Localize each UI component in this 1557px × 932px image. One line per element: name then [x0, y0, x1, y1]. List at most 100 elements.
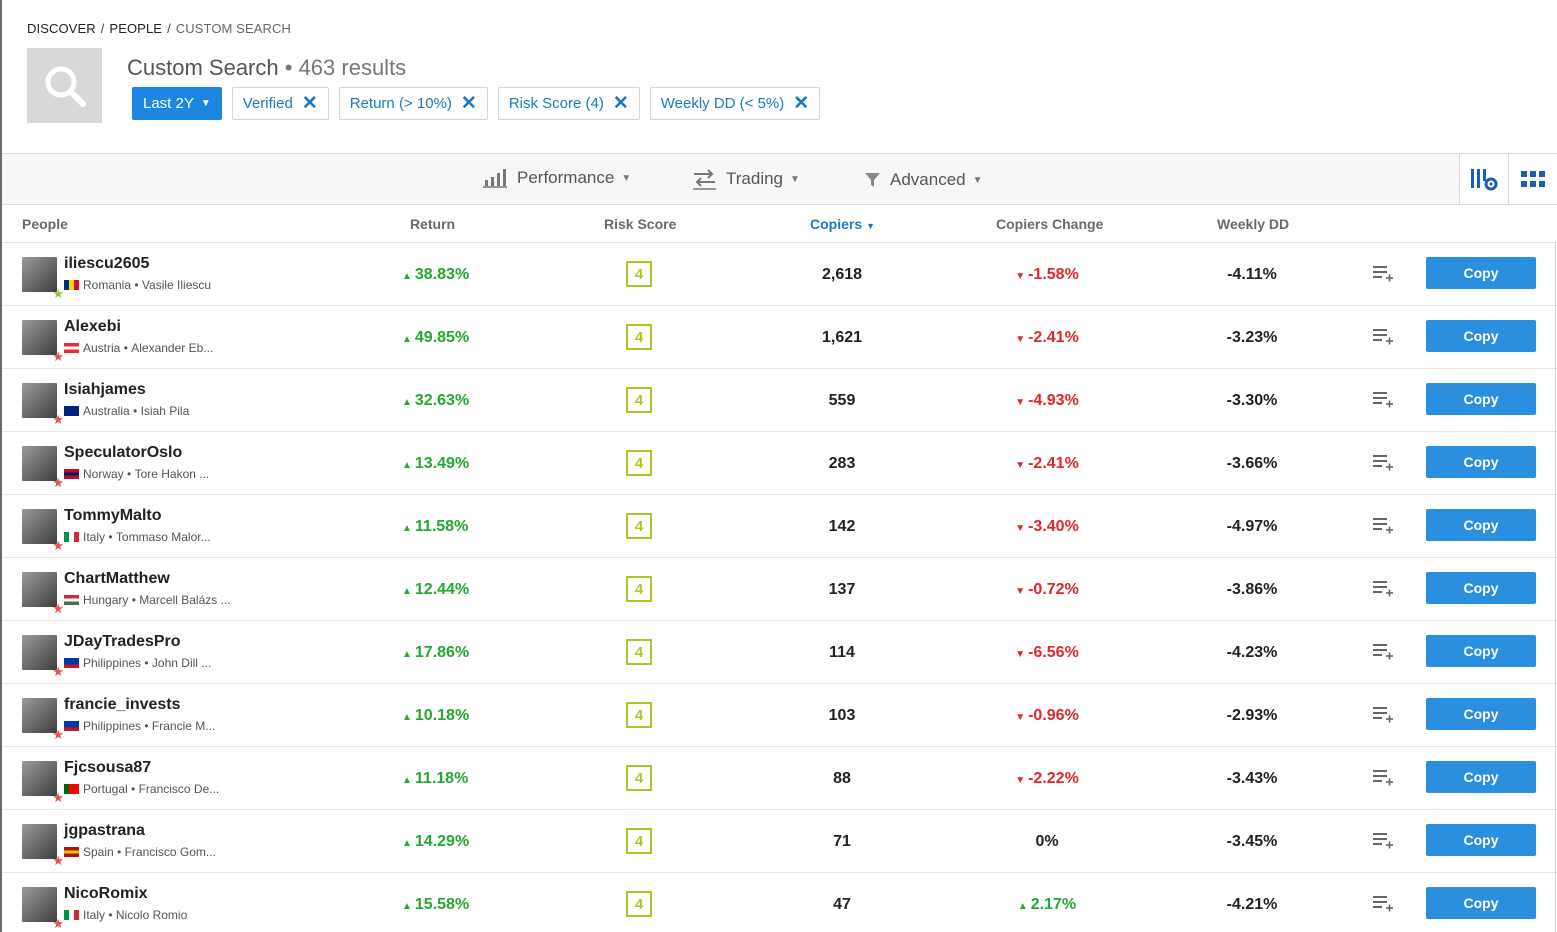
username[interactable]: JDayTradesPro	[64, 633, 181, 651]
copiers-change-text: -0.96%	[1028, 707, 1079, 724]
column-copiers-change[interactable]: Copiers Change	[996, 216, 1103, 232]
column-return[interactable]: Return	[410, 216, 455, 232]
avatar[interactable]: ★	[22, 446, 64, 489]
return-text: 10.18%	[414, 707, 470, 724]
grid-view-button[interactable]	[1508, 154, 1557, 204]
star-badge-icon: ★	[52, 349, 64, 364]
table-row: ★ JDayTradesPro Philippines • John Dill ..…	[2, 621, 1557, 684]
avatar[interactable]: ★	[22, 572, 64, 615]
avatar[interactable]: ★	[22, 257, 64, 300]
return-text: 11.58%	[414, 518, 469, 535]
country: Australia	[83, 404, 130, 418]
weekly-dd-value: -4.97%	[1226, 518, 1278, 535]
copy-button[interactable]: Copy	[1426, 887, 1536, 919]
copy-button[interactable]: Copy	[1426, 572, 1536, 604]
add-to-watchlist-icon[interactable]	[1372, 390, 1394, 413]
copy-button[interactable]: Copy	[1426, 383, 1536, 415]
avatar[interactable]: ★	[22, 320, 64, 363]
risk-score-badge: 4	[626, 891, 652, 917]
copy-button[interactable]: Copy	[1426, 320, 1536, 352]
add-to-watchlist-icon[interactable]	[1372, 705, 1394, 728]
column-weekly-dd[interactable]: Weekly DD	[1217, 216, 1289, 232]
username[interactable]: iliescu2605	[64, 255, 149, 273]
copiers-value: 2,618	[821, 266, 863, 283]
copy-button[interactable]: Copy	[1426, 635, 1536, 667]
weekly-dd-value: -3.45%	[1226, 833, 1278, 850]
trading-menu[interactable]: Trading ▼	[692, 168, 800, 190]
remove-filter-icon[interactable]: ✕	[793, 94, 809, 113]
copiers-change-text: 0%	[1035, 833, 1059, 850]
flag-icon	[64, 847, 79, 857]
add-to-watchlist-icon[interactable]	[1372, 453, 1394, 476]
column-settings-button[interactable]	[1459, 154, 1508, 204]
weekly-dd-value: -3.43%	[1226, 770, 1278, 787]
column-people[interactable]: People	[22, 216, 68, 232]
star-badge-icon: ★	[52, 664, 64, 679]
copy-button[interactable]: Copy	[1426, 446, 1536, 478]
risk-score-badge: 4	[626, 765, 652, 791]
column-copiers[interactable]: Copiers ▼	[810, 216, 875, 232]
username[interactable]: ChartMatthew	[64, 570, 170, 588]
arrow-up-icon: ▲	[402, 271, 412, 282]
username[interactable]: Fjcsousa87	[64, 759, 151, 777]
search-header: DISCOVER / PEOPLE / CUSTOM SEARCH Custom Sea…	[2, 0, 1557, 154]
avatar[interactable]: ★	[22, 761, 64, 804]
filter-chip-risk-score: Risk Score (4) ✕	[497, 87, 640, 120]
username[interactable]: francie_invests	[64, 696, 181, 714]
copy-button[interactable]: Copy	[1426, 761, 1536, 793]
advanced-menu[interactable]: Advanced ▼	[864, 170, 983, 190]
column-risk-score[interactable]: Risk Score	[604, 216, 676, 232]
avatar[interactable]: ★	[22, 509, 64, 552]
add-to-watchlist-icon[interactable]	[1372, 264, 1394, 287]
full-name: Isiah Pila	[140, 404, 190, 418]
remove-filter-icon[interactable]: ✕	[613, 94, 629, 113]
copy-button[interactable]: Copy	[1426, 824, 1536, 856]
return-value: ▲ 49.85%	[402, 329, 469, 347]
user-meta: Norway • Tore Hakon ...	[64, 467, 209, 481]
risk-score-badge: 4	[626, 261, 652, 287]
remove-filter-icon[interactable]: ✕	[461, 94, 477, 113]
weekly-dd-value: -3.30%	[1226, 392, 1278, 409]
return-value: ▲ 32.63%	[402, 392, 469, 410]
username[interactable]: Isiahjames	[64, 381, 146, 399]
avatar[interactable]: ★	[22, 698, 64, 741]
breadcrumb-discover[interactable]: DISCOVER	[27, 21, 96, 36]
weekly-dd-value: -2.93%	[1226, 707, 1278, 724]
username[interactable]: SpeculatorOslo	[64, 444, 182, 462]
add-to-watchlist-icon[interactable]	[1372, 516, 1394, 539]
star-badge-icon: ★	[52, 475, 64, 490]
copiers-change-text: 2.17%	[1030, 896, 1077, 913]
copiers-change-text: -2.41%	[1028, 455, 1079, 472]
username[interactable]: TommyMalto	[64, 507, 161, 525]
trading-label: Trading	[726, 169, 784, 188]
full-name: Tore Hakon ...	[134, 467, 210, 481]
search-avatar	[27, 48, 102, 123]
copiers-change-text: -1.58%	[1028, 266, 1079, 283]
add-to-watchlist-icon[interactable]	[1372, 327, 1394, 350]
add-to-watchlist-icon[interactable]	[1372, 579, 1394, 602]
remove-filter-icon[interactable]: ✕	[302, 94, 318, 113]
avatar[interactable]: ★	[22, 635, 64, 678]
magnifier-icon	[45, 66, 86, 107]
avatar[interactable]: ★	[22, 824, 64, 867]
add-to-watchlist-icon[interactable]	[1372, 831, 1394, 854]
add-to-watchlist-icon[interactable]	[1372, 894, 1394, 917]
username[interactable]: jgpastrana	[64, 822, 145, 840]
add-to-watchlist-icon[interactable]	[1372, 642, 1394, 665]
username[interactable]: Alexebi	[64, 318, 121, 336]
avatar[interactable]: ★	[22, 383, 64, 426]
avatar[interactable]: ★	[22, 887, 64, 930]
period-dropdown[interactable]: Last 2Y ▼	[132, 87, 222, 120]
user-meta: Italy • Nicolo Romio	[64, 908, 187, 922]
copy-button[interactable]: Copy	[1426, 509, 1536, 541]
table-header: People Return Risk Score Copiers ▼ Copier…	[2, 205, 1557, 243]
filter-chips: Last 2Y ▼ Verified ✕ Return (> 10%) ✕ Risk …	[132, 87, 821, 120]
performance-menu[interactable]: Performance ▼	[482, 168, 631, 188]
return-text: 14.29%	[414, 833, 470, 850]
username[interactable]: NicoRomix	[64, 885, 148, 903]
add-to-watchlist-icon[interactable]	[1372, 768, 1394, 791]
copiers-change-text: -6.56%	[1028, 644, 1079, 661]
copy-button[interactable]: Copy	[1426, 698, 1536, 730]
copy-button[interactable]: Copy	[1426, 257, 1536, 289]
breadcrumb-people[interactable]: PEOPLE	[109, 21, 162, 36]
